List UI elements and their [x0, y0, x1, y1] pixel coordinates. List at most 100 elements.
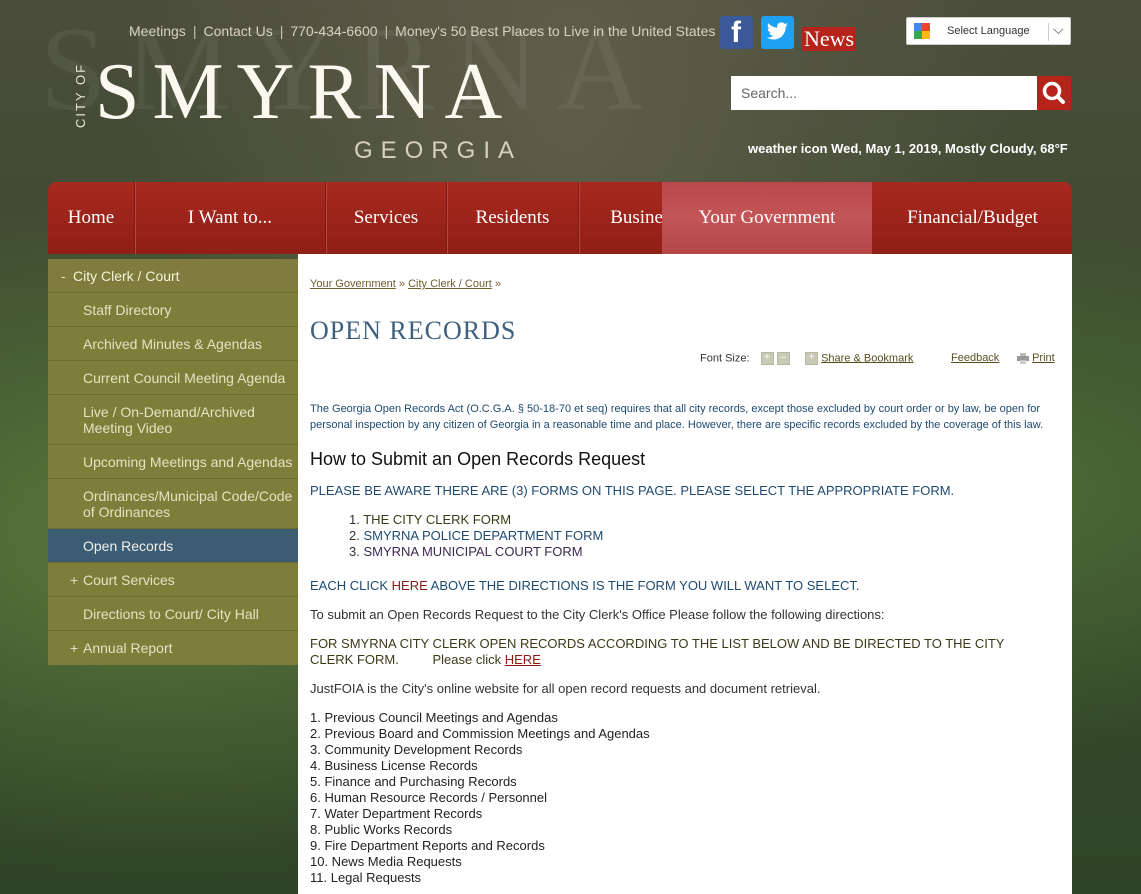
- search-input[interactable]: [731, 76, 1037, 110]
- police-form-link: SMYRNA POLICE DEPARTMENT FORM: [363, 528, 604, 543]
- breadcrumb-city-clerk-court[interactable]: City Clerk / Court: [408, 278, 492, 290]
- feedback-link[interactable]: Feedback: [951, 352, 999, 364]
- best-places-link[interactable]: Money's 50 Best Places to Live in the Un…: [395, 23, 715, 39]
- list-item: 9. Fire Department Reports and Records: [310, 838, 545, 853]
- list-item: 5. Finance and Purchasing Records: [310, 774, 517, 789]
- contact-us-link[interactable]: Contact Us: [203, 23, 272, 39]
- page-title: OPEN RECORDS: [310, 316, 517, 345]
- sidebar-item-label: Directions to Court/ City Hall: [83, 606, 259, 622]
- search-button[interactable]: [1037, 76, 1071, 110]
- logo-smyrna[interactable]: SMYRNA: [95, 52, 515, 132]
- language-select[interactable]: Select Language ⌵: [906, 17, 1071, 45]
- font-size-control: Font Size: + –: [700, 352, 790, 365]
- separator: |: [192, 23, 197, 39]
- list-item[interactable]: 3. SMYRNA MUNICIPAL COURT FORM: [349, 544, 603, 560]
- font-increase-button[interactable]: +: [760, 352, 774, 365]
- breadcrumb-your-government[interactable]: Your Government: [310, 278, 396, 290]
- city-clerk-form-link: THE CITY CLERK FORM: [363, 512, 512, 527]
- sidebar-item-annual-report[interactable]: + Annual Report: [48, 631, 298, 665]
- phone-link[interactable]: 770-434-6600: [290, 23, 377, 39]
- nav-i-want-to[interactable]: I Want to...: [135, 182, 326, 254]
- breadcrumb: Your Government » City Clerk / Court »: [310, 278, 501, 290]
- main-nav: Home I Want to... Services Residents Bus…: [48, 182, 1072, 254]
- separator: |: [279, 23, 284, 39]
- sidebar-item-staff-directory[interactable]: Staff Directory: [48, 293, 298, 327]
- list-item: 4. Business License Records: [310, 758, 478, 773]
- sidebar-item-council-agenda[interactable]: Current Council Meeting Agenda: [48, 361, 298, 395]
- print: Print: [1017, 352, 1055, 364]
- divider: [1048, 23, 1049, 41]
- print-icon: [1017, 352, 1029, 364]
- search-bar: [731, 76, 1071, 110]
- list-item: 11. Legal Requests: [310, 870, 422, 885]
- sidebar-item-label: Open Records: [83, 538, 174, 554]
- expand-icon: +: [70, 572, 79, 588]
- list-item: 10. News Media Requests: [310, 854, 462, 869]
- breadcrumb-separator: »: [398, 278, 405, 290]
- sidebar-item-label: Live / On-Demand/Archived Meeting Video: [83, 404, 255, 436]
- list-item: 1. Previous Council Meetings and Agendas: [310, 710, 558, 725]
- feedback: Feedback: [951, 352, 999, 364]
- howto-heading: How to Submit an Open Records Request: [310, 449, 646, 469]
- sidebar-item-label: Court Services: [83, 572, 175, 588]
- list-item: 7. Water Department Records: [310, 806, 483, 821]
- list-item: 2. Previous Board and Commission Meeting…: [310, 726, 650, 741]
- sidebar-item-label: Current Council Meeting Agenda: [83, 370, 286, 386]
- sidebar-nav: - City Clerk / Court Staff Directory Arc…: [48, 259, 298, 665]
- collapse-icon: -: [61, 268, 66, 284]
- forms-list: 1. THE CITY CLERK FORM 2. SMYRNA POLICE …: [349, 512, 603, 560]
- share-bookmark: + Share & Bookmark: [805, 352, 913, 365]
- logo-georgia: GEORGIA: [354, 137, 523, 164]
- sidebar-item-label: City Clerk / Court: [73, 268, 180, 284]
- sidebar-item-label: Archived Minutes & Agendas: [83, 336, 262, 352]
- records-list: 1. Previous Council Meetings and Agendas…: [310, 710, 650, 886]
- sidebar-item-city-clerk-court[interactable]: - City Clerk / Court: [48, 259, 298, 293]
- submit-directions: To submit an Open Records Request to the…: [310, 607, 885, 622]
- nav-financial-budget[interactable]: Financial/Budget: [873, 182, 1072, 254]
- main-content: Your Government » City Clerk / Court » O…: [298, 254, 1072, 894]
- intro-text: The Georgia Open Records Act (O.C.G.A. §…: [310, 403, 1044, 431]
- font-size-label: Font Size:: [700, 352, 750, 365]
- list-item: 3. Community Development Records: [310, 742, 523, 757]
- search-icon: [1042, 81, 1065, 104]
- here-text: HERE: [391, 578, 428, 593]
- sidebar-item-archived-minutes[interactable]: Archived Minutes & Agendas: [48, 327, 298, 361]
- sidebar-item-ordinances[interactable]: Ordinances/Municipal Code/Code of Ordina…: [48, 479, 298, 529]
- weather-text: Wed, May 1, 2019, Mostly Cloudy, 68°F: [831, 141, 1068, 156]
- nav-residents[interactable]: Residents: [447, 182, 579, 254]
- sidebar-item-upcoming-meetings[interactable]: Upcoming Meetings and Agendas: [48, 445, 298, 479]
- facebook-icon[interactable]: f: [720, 16, 753, 49]
- nav-home[interactable]: Home: [48, 182, 135, 254]
- sidebar-item-court-services[interactable]: + Court Services: [48, 563, 298, 597]
- weather-icon: weather icon: [748, 141, 828, 156]
- nav-services[interactable]: Services: [326, 182, 447, 254]
- chevron-down-icon: ⌵: [1053, 21, 1064, 37]
- expand-icon: +: [70, 640, 79, 656]
- sidebar-item-label: Upcoming Meetings and Agendas: [83, 454, 293, 470]
- facebook-glyph: f: [731, 16, 741, 49]
- meetings-link[interactable]: Meetings: [129, 23, 186, 39]
- list-item: 6. Human Resource Records / Personnel: [310, 790, 548, 805]
- sidebar-item-directions[interactable]: Directions to Court/ City Hall: [48, 597, 298, 631]
- each-click-note: EACH CLICK HERE ABOVE THE DIRECTIONS IS …: [310, 578, 860, 593]
- justfoia-text: JustFOIA is the City's online website fo…: [310, 681, 821, 696]
- print-link[interactable]: Print: [1032, 352, 1055, 364]
- news-link[interactable]: News: [802, 27, 857, 51]
- court-form-link: SMYRNA MUNICIPAL COURT FORM: [363, 544, 583, 559]
- sidebar-item-open-records[interactable]: Open Records: [48, 529, 298, 563]
- sidebar-item-meeting-video[interactable]: Live / On-Demand/Archived Meeting Video: [48, 395, 298, 445]
- top-links: Meetings | Contact Us | 770-434-6600 | Money's…: [129, 23, 715, 39]
- share-plus-icon: +: [805, 352, 818, 365]
- twitter-icon[interactable]: [761, 16, 794, 49]
- font-decrease-button[interactable]: –: [776, 352, 790, 365]
- share-bookmark-link[interactable]: Share & Bookmark: [821, 352, 913, 364]
- list-item[interactable]: 1. THE CITY CLERK FORM: [349, 512, 603, 528]
- logo-city-of: CITY OF: [73, 62, 89, 129]
- language-label: Select Language: [947, 25, 1030, 37]
- sidebar-item-label: Annual Report: [83, 640, 173, 656]
- weather-widget: weather icon Wed, May 1, 2019, Mostly Cl…: [748, 141, 1068, 156]
- nav-your-government[interactable]: Your Government: [662, 182, 872, 254]
- sidebar-item-label: Staff Directory: [83, 302, 172, 318]
- list-item[interactable]: 2. SMYRNA POLICE DEPARTMENT FORM: [349, 528, 603, 544]
- here-link[interactable]: HERE: [505, 652, 541, 667]
